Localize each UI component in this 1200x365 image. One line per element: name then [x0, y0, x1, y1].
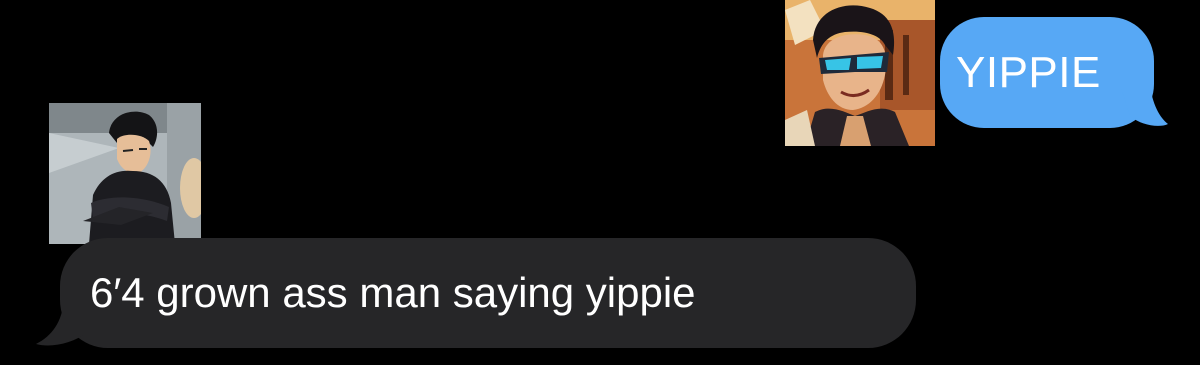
- incoming-bubble-tail: [36, 300, 90, 346]
- dark-haired-boy-avatar-icon[interactable]: [49, 103, 201, 244]
- incoming-message-bubble[interactable]: 6′4 grown ass man saying yippie: [60, 238, 916, 348]
- incoming-message-text: 6′4 grown ass man saying yippie: [90, 269, 696, 316]
- message-thread: YIPPIE 6′4 grown ass man saying yippie: [0, 0, 1200, 365]
- masked-hero-avatar-art: [785, 0, 935, 146]
- outgoing-bubble-tail: [1120, 84, 1168, 126]
- outgoing-message-text: YIPPIE: [956, 47, 1101, 97]
- dark-haired-boy-avatar-art: [49, 103, 201, 244]
- masked-hero-avatar-icon[interactable]: [785, 0, 935, 146]
